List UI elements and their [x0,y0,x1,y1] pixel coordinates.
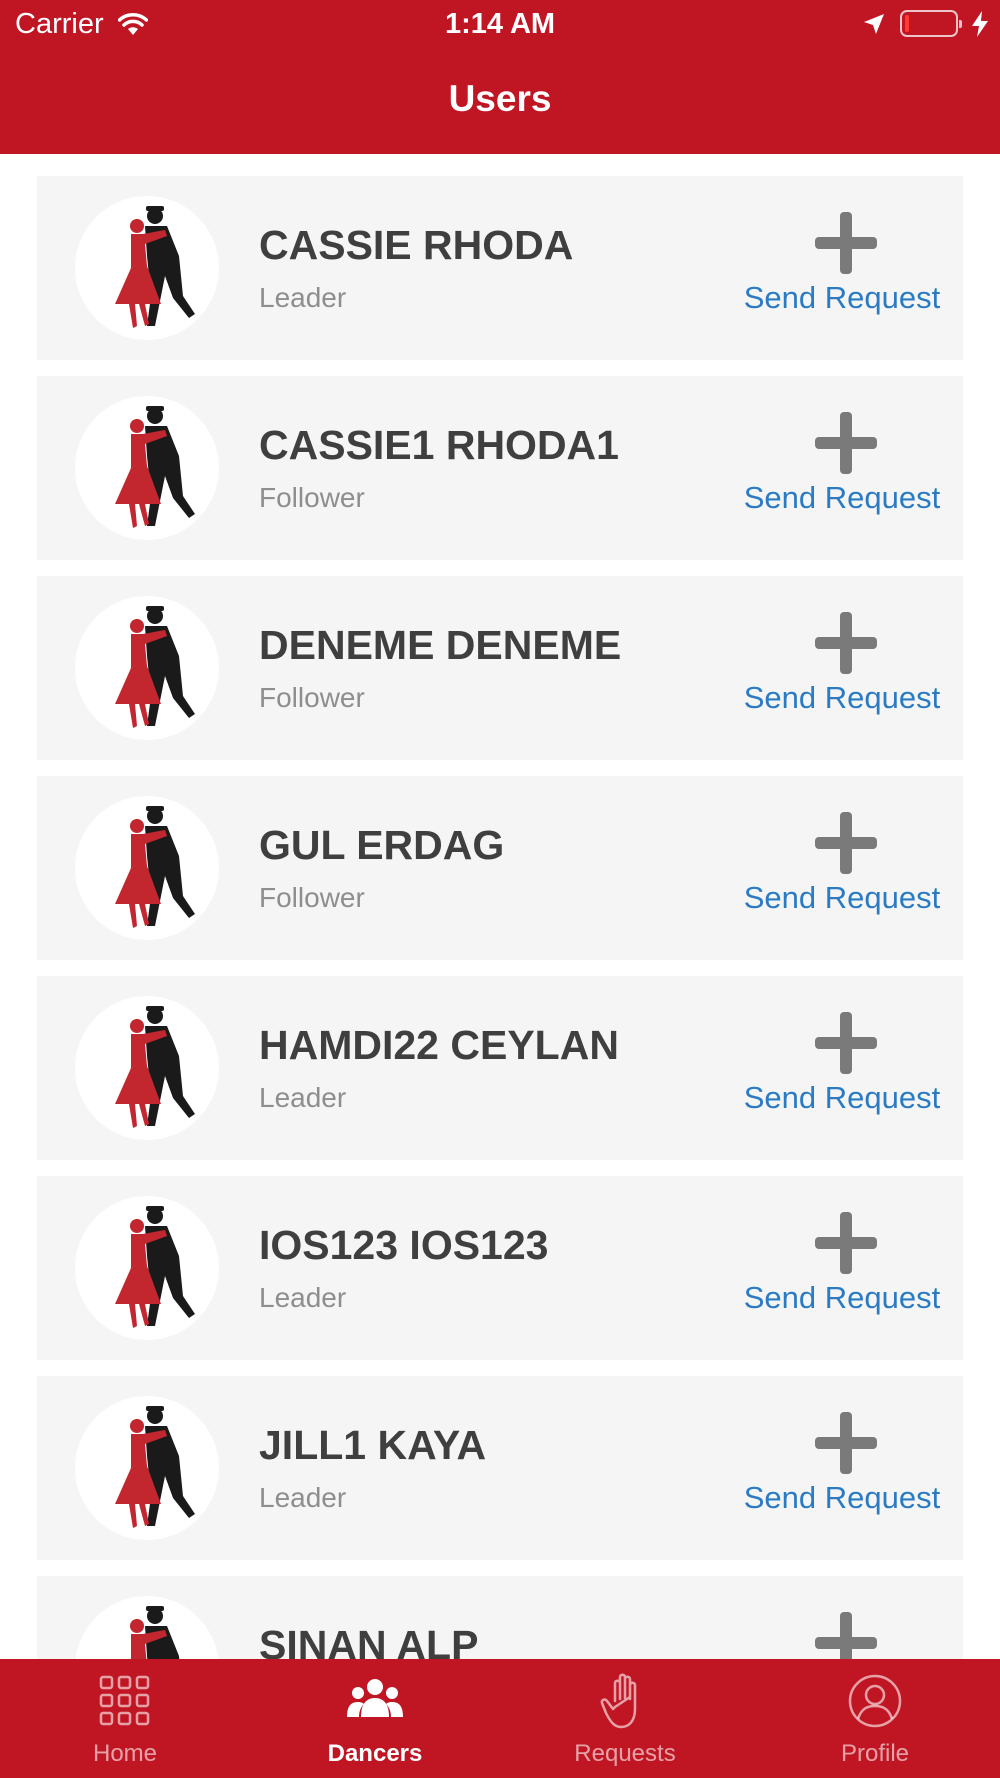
user-name: CASSIE RHODA [259,222,574,268]
battery-icon [900,10,962,37]
dancers-avatar-image [115,1006,195,1128]
user-role: Follower [259,882,365,913]
user-name: GUL ERDAG [259,822,505,868]
plus-icon [815,212,877,274]
user-card[interactable]: GUL ERDAG Follower Send Request [37,776,963,960]
user-role: Leader [259,1082,347,1113]
send-request-button[interactable]: Send Request [737,412,947,527]
header: Carrier 1:14 AM Users [0,0,1000,154]
avatar [75,796,219,940]
send-request-button[interactable]: Send Request [737,1412,947,1527]
user-role: Leader [259,282,347,313]
dancers-avatar-image [115,606,195,728]
page-title: Users [448,78,552,119]
plus-icon [815,1212,877,1274]
plus-icon [815,612,877,674]
dancers-avatar-image [115,406,195,528]
dancers-avatar-image [115,1206,195,1328]
user-role: Leader [259,1282,347,1313]
charging-bolt-icon [972,10,988,37]
user-card[interactable]: JILL1 KAYA Leader Send Request [37,1376,963,1560]
send-request-button[interactable]: Send Request [737,812,947,927]
grid-icon [95,1671,155,1731]
send-request-label: Send Request [743,880,941,915]
user-card[interactable]: IOS123 IOS123 Leader Send Request [37,1176,963,1360]
user-card[interactable]: DENEME DENEME Follower Send Request [37,576,963,760]
dancers-icon [345,1671,405,1731]
status-bar: Carrier 1:14 AM [0,0,1000,50]
avatar [75,1396,219,1540]
dancers-avatar-image [130,1606,180,1659]
send-request-button[interactable]: Send Request [737,1012,947,1127]
send-request-button[interactable]: Send Request [737,612,947,727]
dancers-avatar-image [115,806,195,928]
user-name: CASSIE1 RHODA1 [259,422,619,468]
tab-profile[interactable]: Profile [750,1659,1000,1778]
plus-icon [815,1412,877,1474]
avatar [75,996,219,1140]
avatar [75,396,219,540]
avatar [75,596,219,740]
status-right [862,10,988,37]
plus-icon [815,1612,877,1659]
user-role: Follower [259,482,365,513]
user-card[interactable]: SINAN ALP [37,1576,963,1659]
avatar [75,196,219,340]
dancers-avatar-image [115,1406,195,1528]
user-name: IOS123 IOS123 [259,1222,549,1268]
send-request-label: Send Request [743,1480,941,1515]
user-card[interactable]: CASSIE RHODA Leader Send Request [37,176,963,360]
send-request-label: Send Request [743,480,941,515]
user-name: DENEME DENEME [259,622,622,668]
plus-icon [815,1012,877,1074]
hand-icon [595,1671,655,1731]
plus-icon [815,812,877,874]
tab-requests[interactable]: Requests [500,1659,750,1778]
tab-home-label: Home [92,1740,158,1767]
user-name: JILL1 KAYA [259,1422,487,1468]
tab-dancers[interactable]: Dancers [250,1659,500,1778]
plus-icon [815,412,877,474]
send-request-label: Send Request [743,1280,941,1315]
send-request-button[interactable]: Send Request [737,212,947,327]
location-arrow-icon [864,13,884,34]
tab-home[interactable]: Home [0,1659,250,1778]
send-request-button[interactable] [737,1612,947,1659]
tab-profile-label: Profile [840,1740,910,1767]
send-request-label: Send Request [743,280,941,315]
user-role: Follower [259,682,365,713]
dancers-avatar-image [115,206,195,328]
user-role: Leader [259,1482,347,1513]
user-card[interactable]: HAMDI22 CEYLAN Leader Send Request [37,976,963,1160]
tab-dancers-label: Dancers [327,1740,423,1767]
send-request-label: Send Request [743,680,941,715]
user-name: SINAN ALP [259,1622,479,1659]
user-name: HAMDI22 CEYLAN [259,1022,619,1068]
avatar [75,1196,219,1340]
send-request-button[interactable]: Send Request [737,1212,947,1327]
user-list[interactable]: CASSIE RHODA Leader Send Request CASSIE1… [0,154,1000,1659]
send-request-label: Send Request [743,1080,941,1115]
tab-bar: Home Dancers Requests Profile [0,1659,1000,1778]
user-card[interactable]: CASSIE1 RHODA1 Follower Send Request [37,376,963,560]
status-time: 1:14 AM [444,8,556,40]
profile-icon [845,1671,905,1731]
avatar [75,1596,219,1659]
tab-requests-label: Requests [574,1740,676,1767]
